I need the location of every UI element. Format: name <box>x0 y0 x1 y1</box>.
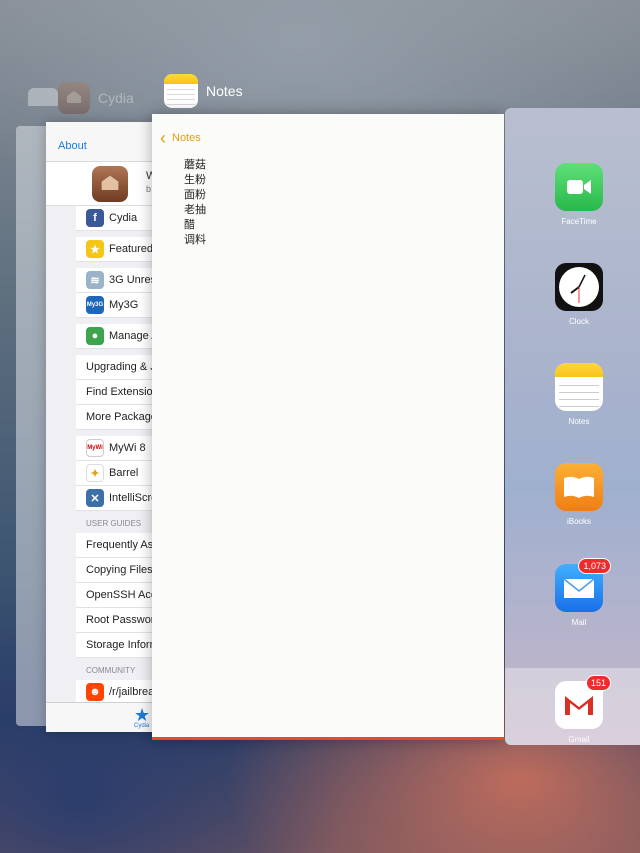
notes-header-label: Notes <box>206 83 243 99</box>
note-line: 老抽 <box>184 204 206 216</box>
note-line: 醋 <box>184 219 195 231</box>
star-icon: ★ <box>86 240 104 258</box>
ibooks-icon <box>555 463 603 511</box>
cydia-card-header[interactable]: Cydia <box>58 82 134 114</box>
gmail-badge: 151 <box>585 675 611 691</box>
cydia-icon <box>58 82 90 114</box>
note-line: 蘑菇 <box>184 159 206 171</box>
reddit-icon: ☻ <box>86 683 104 701</box>
mail-icon: 1,073 <box>555 558 611 612</box>
intelliscreen-icon: ✕ <box>86 489 104 507</box>
wifi-icon: ≋ <box>86 271 104 289</box>
notes-icon <box>555 363 603 411</box>
notes-card-header[interactable]: Notes <box>164 74 243 108</box>
clock-icon <box>555 263 603 311</box>
cydia-tab-label[interactable]: Cydia <box>134 723 149 729</box>
person-icon: ● <box>86 327 104 345</box>
app-ibooks[interactable]: iBooks <box>555 463 603 526</box>
gmail-icon: 151 <box>555 675 611 729</box>
note-body[interactable]: 蘑菇 生粉 面粉 老抽 醋 调料 <box>184 158 206 248</box>
mail-badge: 1,073 <box>578 558 611 574</box>
facebook-icon: f <box>86 209 104 227</box>
my3g-icon: My3G <box>86 296 104 314</box>
app-facetime[interactable]: FaceTime <box>555 163 603 226</box>
note-line: 面粉 <box>184 189 206 201</box>
app-gmail[interactable]: 151 Gmail <box>555 675 611 744</box>
facetime-icon <box>555 163 603 211</box>
barrel-icon: ✦ <box>86 464 104 482</box>
app-mail[interactable]: 1,073 Mail <box>555 558 611 627</box>
back-app-tab <box>28 88 58 106</box>
note-line: 调料 <box>184 234 206 246</box>
about-back-button[interactable]: About <box>58 140 87 152</box>
cydia-header-subtitle: b <box>146 184 152 194</box>
mywi-icon: MyWi <box>86 439 104 457</box>
notes-icon <box>164 74 198 108</box>
cydia-header-label: Cydia <box>98 90 134 106</box>
note-line: 生粉 <box>184 174 206 186</box>
notes-back-button[interactable]: ‹ Notes <box>160 127 201 148</box>
notes-app-card[interactable]: ‹ Notes 蘑菇 生粉 面粉 老抽 醋 调料 <box>152 114 504 740</box>
app-clock[interactable]: Clock <box>555 263 603 326</box>
home-screen-card[interactable]: FaceTime Clock Notes iBooks 1,073 Mail 1… <box>505 108 640 745</box>
app-notes[interactable]: Notes <box>555 363 603 426</box>
cydia-large-icon <box>92 166 128 202</box>
chevron-left-icon: ‹ <box>160 127 166 148</box>
